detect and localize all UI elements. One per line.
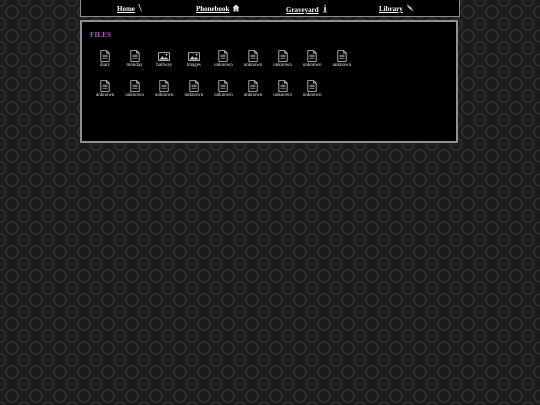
- top-nav-bar: Home Phonebook Graveyard Library: [80, 0, 460, 17]
- file-name: monday: [126, 63, 143, 68]
- file-item[interactable]: unknown: [238, 50, 268, 78]
- document-icon: [90, 80, 120, 92]
- image-icon: [149, 51, 179, 62]
- file-name: unknown: [302, 63, 322, 68]
- nav-link-phonebook[interactable]: Phonebook: [196, 4, 240, 13]
- nav-link-graveyard[interactable]: Graveyard: [286, 4, 328, 14]
- file-name: unknown: [243, 92, 263, 98]
- file-name: unknown: [332, 63, 352, 68]
- file-name: unknown: [184, 92, 204, 98]
- document-icon: [149, 80, 179, 92]
- wand-icon: [138, 4, 143, 12]
- document-icon: [90, 50, 120, 62]
- file-item[interactable]: diary: [90, 50, 120, 78]
- file-item[interactable]: hallway: [149, 50, 179, 78]
- files-panel: FILES diary monday hallway images unknown unk…: [80, 20, 458, 143]
- file-item[interactable]: unknown: [327, 50, 357, 78]
- document-icon: [238, 80, 268, 92]
- file-item[interactable]: images: [179, 50, 209, 78]
- document-icon: [208, 80, 238, 92]
- document-icon: [297, 50, 327, 62]
- document-icon: [327, 50, 357, 62]
- file-item[interactable]: unknown: [120, 80, 150, 108]
- file-name: unknown: [243, 63, 263, 68]
- file-name: unknown: [95, 92, 115, 98]
- nav-link-library[interactable]: Library: [379, 4, 414, 13]
- file-name: images: [186, 63, 201, 68]
- house-icon: [232, 4, 240, 12]
- file-name: unknown: [214, 92, 233, 98]
- file-item[interactable]: unknown: [268, 80, 298, 108]
- document-icon: [238, 50, 268, 62]
- file-item[interactable]: unknown: [208, 80, 238, 108]
- file-name: hallway: [156, 63, 173, 68]
- file-item[interactable]: unknown: [208, 50, 238, 78]
- document-icon: [208, 50, 238, 62]
- file-item[interactable]: monday: [120, 50, 150, 78]
- file-item[interactable]: unknown: [297, 50, 327, 78]
- document-icon: [268, 80, 298, 92]
- file-item[interactable]: unknown: [90, 80, 120, 108]
- files-panel-title: FILES: [90, 31, 112, 39]
- file-item[interactable]: unknown: [149, 80, 179, 108]
- quill-icon: [406, 4, 414, 12]
- file-name: unknown: [214, 63, 233, 68]
- file-item[interactable]: unknown: [297, 80, 327, 108]
- document-icon: [179, 80, 209, 92]
- file-item[interactable]: unknown: [238, 80, 268, 108]
- document-icon: [120, 50, 150, 62]
- nav-link-label: Phonebook: [196, 5, 230, 13]
- file-name: unknown: [273, 92, 292, 98]
- candle-icon: [322, 4, 328, 13]
- file-name: unknown: [154, 92, 174, 98]
- document-icon: [120, 80, 150, 92]
- nav-link-label: Home: [117, 5, 135, 13]
- image-icon: [179, 51, 209, 62]
- file-item[interactable]: unknown: [179, 80, 209, 108]
- nav-link-label: Library: [379, 5, 403, 13]
- file-name: unknown: [273, 63, 292, 68]
- file-name: unknown: [125, 92, 144, 98]
- document-icon: [297, 80, 327, 92]
- file-name: unknown: [302, 92, 322, 98]
- document-icon: [268, 50, 298, 62]
- file-name: diary: [99, 63, 111, 68]
- nav-link-label: Graveyard: [286, 6, 319, 14]
- nav-link-home[interactable]: Home: [117, 4, 143, 13]
- file-item[interactable]: unknown: [268, 50, 298, 78]
